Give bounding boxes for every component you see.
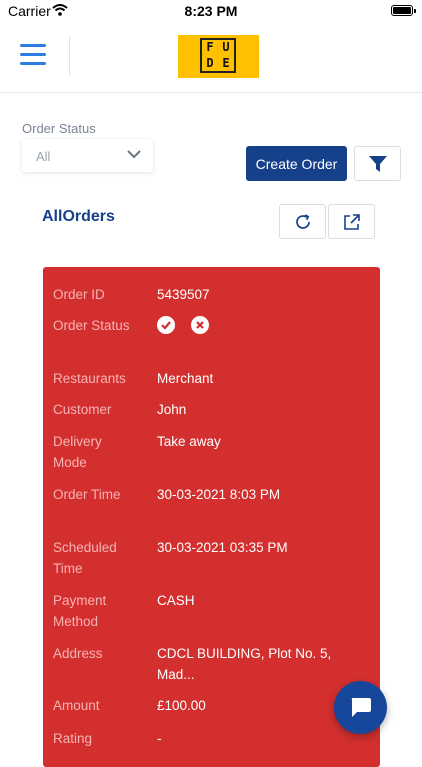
status-time: 8:23 PM	[184, 3, 238, 19]
filter-button[interactable]	[354, 146, 401, 181]
order-field-label: Amount	[53, 698, 100, 713]
address-value: CDCL BUILDING, Plot No. 5, Mad...	[157, 646, 332, 682]
menu-bar-icon	[20, 62, 46, 65]
order-field-label: Customer	[53, 402, 112, 417]
order-field-label: Order Time	[53, 487, 121, 502]
order-field-label: Payment Method	[53, 593, 107, 629]
all-orders-title: AllOrders	[42, 208, 115, 225]
order-field-label: Order ID	[53, 287, 105, 302]
payment-method-value: CASH	[157, 593, 195, 608]
order-field-label: Rating	[53, 731, 93, 746]
order-status-label: Order Status	[22, 121, 96, 136]
scheduled-time-value: 30-03-2021 03:35 PM	[157, 540, 288, 555]
order-status-select[interactable]: All	[22, 139, 153, 172]
top-bar: F U D E	[0, 24, 422, 93]
restaurant-value: Merchant	[157, 371, 214, 386]
accept-order-button[interactable]	[157, 316, 175, 334]
logo-letter: F	[206, 40, 214, 54]
logo-letter: D	[206, 55, 214, 70]
logo-letter: U	[222, 40, 230, 54]
header-divider	[69, 36, 70, 76]
delivery-mode-value: Take away	[157, 434, 221, 449]
external-link-icon	[344, 214, 360, 230]
order-field-label: Restaurants	[53, 371, 126, 386]
order-field-label: Scheduled Time	[53, 540, 117, 576]
menu-bar-icon	[20, 44, 46, 47]
close-icon	[196, 321, 204, 329]
order-field-label: Delivery Mode	[53, 434, 102, 470]
menu-bar-icon	[20, 53, 46, 56]
chevron-down-icon	[127, 150, 141, 159]
reject-order-button[interactable]	[191, 316, 209, 334]
export-button[interactable]	[328, 204, 375, 239]
menu-button[interactable]	[20, 44, 46, 66]
order-id-value: 5439507	[157, 287, 210, 302]
logo-letter: E	[222, 55, 230, 70]
order-status-value: All	[36, 149, 51, 164]
check-icon	[161, 321, 171, 330]
status-bar: Carrier 8:23 PM	[0, 0, 422, 24]
chat-icon	[351, 698, 371, 717]
order-field-label: Order Status	[53, 318, 130, 333]
rating-value: -	[157, 731, 162, 746]
order-field-label: Address	[53, 646, 103, 661]
chat-button[interactable]	[334, 681, 387, 734]
fude-logo: F U D E	[178, 35, 259, 78]
battery-icon	[391, 5, 416, 16]
refresh-button[interactable]	[279, 204, 326, 239]
order-time-value: 30-03-2021 8:03 PM	[157, 487, 281, 502]
order-card[interactable]: Order ID 5439507 Order Status Restaurant…	[43, 267, 380, 767]
refresh-icon	[296, 214, 310, 229]
customer-value: John	[157, 402, 187, 417]
logo-frame: F U D E	[200, 38, 236, 73]
filter-icon	[369, 156, 387, 172]
create-order-button[interactable]: Create Order	[246, 146, 347, 181]
